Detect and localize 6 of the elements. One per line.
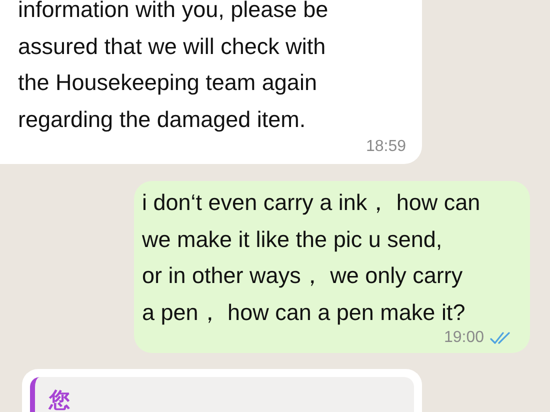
message-text: information with you, please be assured that we will check with the Housekeeping team again regarding the damaged item.	[18, 0, 330, 134]
quoted-author: 您	[49, 389, 70, 412]
message-time: 19:00	[444, 329, 484, 347]
message-time: 18:59	[366, 138, 406, 156]
quoted-message[interactable]: 您	[30, 377, 414, 412]
message-text: i don‘t even carry a ink， how can we make it like the pic u send, or in other ways， we only carry a pen， how can a pen make it?	[142, 189, 482, 327]
